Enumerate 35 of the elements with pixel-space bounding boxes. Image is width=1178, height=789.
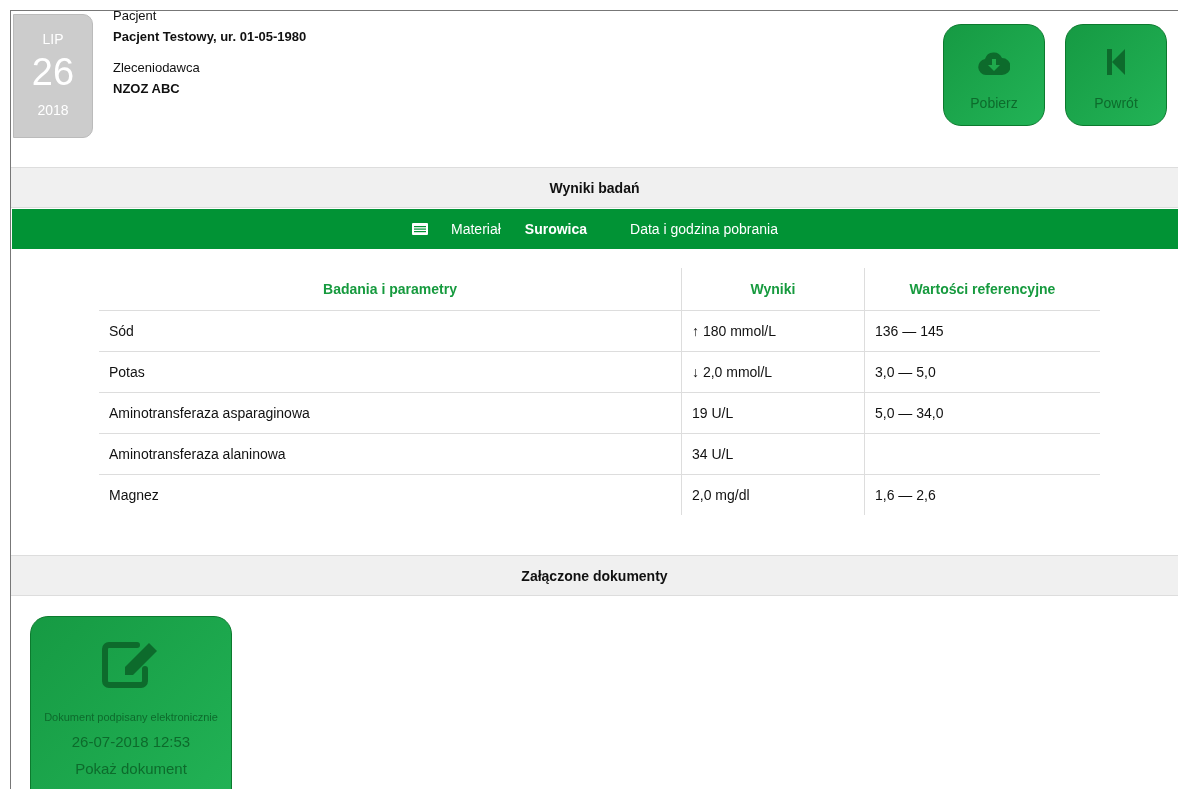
table-cell: ↑ 180 mmol/L — [681, 310, 865, 352]
list-icon — [412, 223, 429, 235]
table-cell: 136 — 145 — [864, 310, 1100, 352]
table-cell: Sód — [99, 310, 682, 352]
cloud-download-icon — [978, 51, 1010, 75]
table-cell: 3,0 — 5,0 — [864, 351, 1100, 393]
patient-name: Pacjent Testowy, ur. 01-05-1980 — [113, 29, 307, 44]
orderer-name: NZOZ ABC — [113, 81, 181, 96]
material-value: Surowica — [524, 221, 588, 237]
column-header: Badania i parametry — [99, 268, 682, 311]
column-header: Wartości referencyjne — [864, 268, 1100, 311]
section-title: Załączone dokumenty — [521, 568, 668, 584]
material-label: Materiał — [451, 221, 501, 237]
document-title: Dokument podpisany elektronicznie — [44, 711, 218, 723]
table-cell: 1,6 — 2,6 — [864, 474, 1100, 515]
section-title: Wyniki badań — [549, 180, 640, 196]
table-cell: 34 U/L — [681, 433, 865, 475]
table-cell: 5,0 — 34,0 — [864, 392, 1100, 434]
table-cell: Aminotransferaza alaninowa — [99, 433, 682, 475]
table-cell: ↓ 2,0 mmol/L — [681, 351, 865, 393]
back-button[interactable]: Powrót — [1065, 24, 1167, 126]
column-header: Wyniki — [681, 268, 865, 311]
download-button[interactable]: Pobierz — [943, 24, 1045, 126]
skip-back-icon — [1107, 49, 1125, 75]
table-cell: Aminotransferaza asparaginowa — [99, 392, 682, 434]
document-date: 26-07-2018 12:53 — [71, 733, 191, 750]
document-card[interactable]: Dokument podpisany elektronicznie 26-07-2018 12:53 Pokaż dokument — [30, 616, 232, 789]
orderer-label: Zleceniodawca — [113, 60, 201, 75]
table-cell: Magnez — [99, 474, 682, 515]
collection-date-label: Data i godzina pobrania — [630, 221, 778, 237]
show-document-link[interactable]: Pokaż dokument — [75, 760, 187, 777]
table-cell: 19 U/L — [681, 392, 865, 434]
table-cell: Potas — [99, 351, 682, 393]
patient-label: Pacjent — [113, 8, 158, 23]
table-cell: 2,0 mg/dl — [681, 474, 865, 515]
